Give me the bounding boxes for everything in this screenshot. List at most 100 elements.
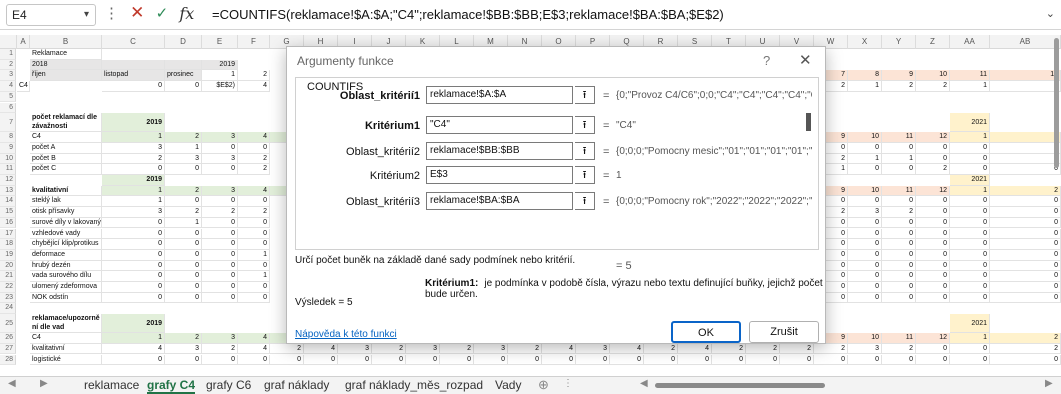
cell[interactable]: 2 xyxy=(102,153,165,165)
tab-prev-icon[interactable]: ◀ xyxy=(8,378,16,389)
cell[interactable]: 4 xyxy=(238,343,270,355)
tab-graf-naklady-mes-rozpad[interactable]: graf náklady_měs_rozpad xyxy=(345,378,483,394)
cell[interactable]: 3 xyxy=(202,333,238,344)
row-header[interactable]: 27 xyxy=(0,343,16,355)
row-header[interactable]: 23 xyxy=(0,292,16,304)
tabs-more-icon[interactable]: ⋮ xyxy=(563,378,573,389)
cell[interactable]: 3 xyxy=(848,207,882,218)
cell[interactable]: 1 xyxy=(950,132,990,143)
cell[interactable]: 1 xyxy=(950,333,990,344)
cell[interactable]: 0 xyxy=(916,260,950,272)
collapse-dialog-icon[interactable]: ⭱ xyxy=(575,192,595,210)
cell[interactable]: 0 xyxy=(990,217,1061,229)
cell[interactable]: 1 xyxy=(238,271,270,282)
cell[interactable]: 0 xyxy=(882,239,916,250)
cell[interactable]: 12 xyxy=(916,132,950,143)
cell[interactable]: 0 xyxy=(270,354,304,366)
cell[interactable]: $E$2) xyxy=(202,81,238,92)
cell[interactable]: 3 xyxy=(338,343,372,355)
cell[interactable]: 1 xyxy=(848,153,882,165)
row-header[interactable]: 1 xyxy=(0,49,16,60)
row-header[interactable]: 19 xyxy=(0,249,16,261)
cell[interactable]: 0 xyxy=(848,228,882,240)
row-header[interactable]: 6 xyxy=(0,102,16,114)
cell[interactable]: 0 xyxy=(916,217,950,229)
cell[interactable]: 0 xyxy=(916,282,950,293)
collapse-dialog-icon[interactable]: ⭱ xyxy=(575,86,595,104)
cell[interactable]: 2019 xyxy=(102,314,165,334)
cell[interactable]: deformace xyxy=(30,249,102,261)
cell[interactable]: 3 xyxy=(202,185,238,197)
cell[interactable]: 0 xyxy=(950,292,990,304)
cell[interactable]: 0 xyxy=(848,196,882,208)
expand-formula-icon[interactable]: ⌄ xyxy=(1046,7,1055,20)
cell[interactable]: 0 xyxy=(950,354,990,366)
cell[interactable]: 0 xyxy=(882,228,916,240)
cell[interactable]: Reklamace xyxy=(30,49,102,60)
vertical-scrollbar[interactable] xyxy=(1054,38,1059,168)
cell[interactable]: 0 xyxy=(990,228,1061,240)
cell[interactable]: steklý lak xyxy=(30,196,102,208)
cell[interactable]: 0 xyxy=(990,239,1061,250)
argument-input[interactable]: reklamace!$BA:$BA xyxy=(426,192,573,210)
cell[interactable]: 0 xyxy=(882,164,916,175)
cell[interactable]: 0 xyxy=(202,249,238,261)
cell[interactable]: 0 xyxy=(990,271,1061,282)
cell[interactable]: 0 xyxy=(165,271,202,282)
row-header[interactable]: 11 xyxy=(0,164,16,175)
row-header[interactable]: 21 xyxy=(0,271,16,282)
cell[interactable]: 0 xyxy=(202,228,238,240)
tab-next-icon[interactable]: ▶ xyxy=(40,378,48,389)
cell[interactable]: 0 xyxy=(202,292,238,304)
cell[interactable]: C4 xyxy=(17,81,30,92)
cell[interactable]: 0 xyxy=(916,271,950,282)
cell[interactable]: 0 xyxy=(304,354,338,366)
cell[interactable]: 11 xyxy=(882,132,916,143)
name-box[interactable]: E4 ▾ xyxy=(6,4,96,26)
cell[interactable]: 3 xyxy=(202,132,238,143)
cell[interactable] xyxy=(102,59,165,71)
cell[interactable]: 0 xyxy=(238,239,270,250)
cell[interactable]: hrubý dezén xyxy=(30,260,102,272)
column-header[interactable]: F xyxy=(238,35,270,49)
cell[interactable]: 4 xyxy=(678,343,712,355)
cell[interactable]: 0 xyxy=(916,292,950,304)
column-header[interactable]: A xyxy=(17,35,30,49)
cell[interactable]: 11 xyxy=(950,70,990,82)
cell[interactable]: 0 xyxy=(848,217,882,229)
cell[interactable]: 0 xyxy=(238,217,270,229)
cell[interactable]: prosinec xyxy=(165,70,202,82)
cell[interactable]: 2019 xyxy=(202,59,238,71)
cell[interactable]: 0 xyxy=(950,164,990,175)
cell[interactable]: 0 xyxy=(102,164,165,175)
cell[interactable]: 0 xyxy=(780,354,814,366)
cell[interactable]: 0 xyxy=(916,249,950,261)
row-header[interactable]: 12 xyxy=(0,175,16,186)
cell[interactable]: 0 xyxy=(102,260,165,272)
cell[interactable]: 0 xyxy=(202,260,238,272)
cell[interactable]: 0 xyxy=(102,81,165,92)
cell[interactable]: vada surového dílu xyxy=(30,271,102,282)
cell[interactable]: 1 xyxy=(102,333,165,344)
cell[interactable]: 9 xyxy=(882,70,916,82)
argument-input[interactable]: E$3 xyxy=(426,166,573,184)
cell[interactable]: 2 xyxy=(238,207,270,218)
tab-graf-naklady[interactable]: graf náklady xyxy=(264,378,329,394)
cell[interactable]: 2 xyxy=(238,164,270,175)
cell[interactable]: 0 xyxy=(848,271,882,282)
help-link[interactable]: Nápověda k této funkci xyxy=(295,329,397,340)
cell[interactable]: 8 xyxy=(848,70,882,82)
cell[interactable]: 0 xyxy=(950,142,990,154)
cell[interactable]: 0 xyxy=(165,292,202,304)
column-header[interactable]: AA xyxy=(950,35,990,49)
row-header[interactable]: 18 xyxy=(0,239,16,250)
cell[interactable]: otisk přísavky xyxy=(30,207,102,218)
cell[interactable]: 2 xyxy=(372,343,406,355)
scroll-right-icon[interactable]: ▶ xyxy=(1045,378,1053,389)
cell[interactable]: 0 xyxy=(508,354,542,366)
cell[interactable]: listopad xyxy=(102,70,165,82)
cell[interactable]: 0 xyxy=(882,292,916,304)
ok-button[interactable]: OK xyxy=(671,321,741,343)
cell[interactable]: 2021 xyxy=(950,175,990,186)
cell[interactable]: 2 xyxy=(916,81,950,92)
